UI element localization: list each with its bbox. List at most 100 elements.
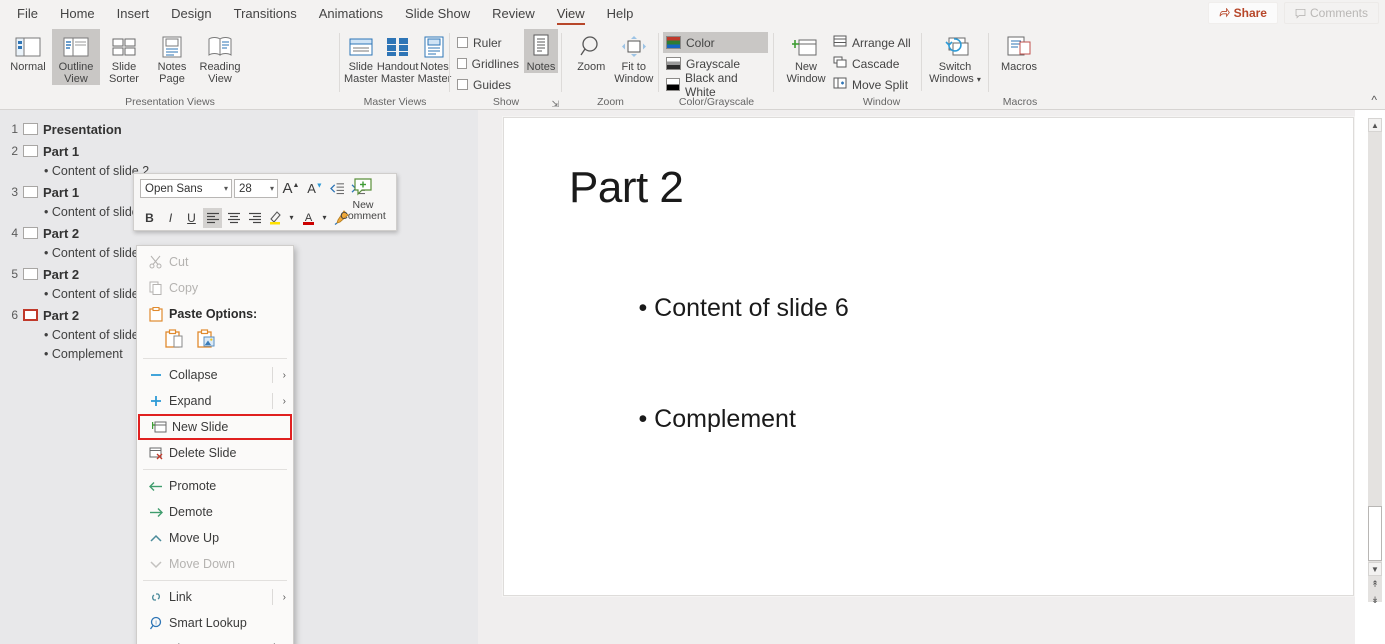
- button-outline-view[interactable]: Outline View: [52, 29, 100, 85]
- tab-insert[interactable]: Insert: [106, 0, 161, 27]
- button-normal-view[interactable]: Normal: [4, 29, 52, 73]
- show-dialog-launcher-icon[interactable]: ⇲: [551, 99, 559, 110]
- button-notes[interactable]: Notes: [524, 29, 558, 73]
- context-menu-item-show-text-formatting[interactable]: A Show Text Formatting: [137, 636, 293, 644]
- scroll-up-button[interactable]: ▲: [1368, 118, 1382, 132]
- button-reading-view-label-line2: View: [208, 73, 232, 85]
- tab-file[interactable]: File: [6, 0, 49, 27]
- font-color-dropdown[interactable]: ▾: [319, 208, 330, 228]
- context-menu-item-promote-label: Promote: [169, 479, 216, 493]
- new-comment-button[interactable]: New Comment: [334, 177, 392, 222]
- button-notes-master[interactable]: Notes Master: [418, 29, 452, 85]
- paste-picture-icon[interactable]: [197, 329, 215, 351]
- context-menu-item-copy[interactable]: Copy: [137, 275, 293, 301]
- font-size-value: 28: [239, 183, 252, 195]
- button-handout-master-label-line2: Master: [381, 73, 415, 85]
- context-menu-item-link[interactable]: Link ›: [137, 584, 293, 610]
- outline-slide-3-thumbnail-icon[interactable]: [23, 186, 38, 198]
- context-menu-item-move-down[interactable]: Move Down: [137, 551, 293, 577]
- scroll-down-button[interactable]: ▼: [1368, 562, 1382, 576]
- slide-canvas[interactable]: Part 2 • Content of slide 6 • Complement: [503, 117, 1354, 596]
- grayscale-swatch-icon: [666, 57, 681, 70]
- shrink-font-button[interactable]: A▼: [304, 179, 326, 199]
- button-slide-sorter[interactable]: Slide Sorter: [100, 29, 148, 85]
- context-menu-item-new-slide[interactable]: New Slide: [138, 414, 292, 440]
- previous-slide-button[interactable]: ↟: [1368, 577, 1382, 591]
- tab-transitions[interactable]: Transitions: [223, 0, 308, 27]
- button-switch-windows[interactable]: Switch Windows ▾: [926, 29, 984, 86]
- comment-bubble-icon: [1295, 8, 1306, 19]
- link-submenu-divider: [272, 589, 273, 605]
- color-mode-color-label: Color: [686, 36, 715, 50]
- tab-design[interactable]: Design: [160, 0, 222, 27]
- text-highlight-button[interactable]: [266, 208, 284, 228]
- slide-bullet-2[interactable]: • Complement: [569, 364, 1269, 475]
- button-move-split[interactable]: Move Split: [830, 74, 920, 95]
- paste-keep-text-icon[interactable]: [165, 329, 183, 351]
- button-reading-view[interactable]: Reading View: [196, 29, 244, 85]
- button-color-mode-color[interactable]: Color: [663, 32, 768, 53]
- underline-button[interactable]: U: [182, 208, 201, 228]
- outline-slide-4-thumbnail-icon[interactable]: [23, 227, 38, 239]
- context-menu-item-smart-lookup[interactable]: i Smart Lookup: [137, 610, 293, 636]
- context-menu-item-demote[interactable]: Demote: [137, 499, 293, 525]
- context-menu-item-delete-slide[interactable]: Delete Slide: [137, 440, 293, 466]
- tab-slide-show[interactable]: Slide Show: [394, 0, 481, 27]
- context-menu-item-expand[interactable]: Expand ›: [137, 388, 293, 414]
- font-size-select[interactable]: 28 ▾: [234, 179, 278, 198]
- tab-home[interactable]: Home: [49, 0, 106, 27]
- ribbon-group-label-master-views: Master Views: [340, 96, 450, 110]
- tab-review[interactable]: Review: [481, 0, 546, 27]
- button-notes-page[interactable]: Notes Page: [148, 29, 196, 85]
- button-macros[interactable]: Macros: [995, 29, 1043, 73]
- outline-slide-5-thumbnail-icon[interactable]: [23, 268, 38, 280]
- button-fit-to-window[interactable]: Fit to Window: [613, 29, 656, 85]
- button-handout-master[interactable]: Handout Master: [378, 29, 418, 85]
- button-color-mode-black-and-white[interactable]: Black and White: [663, 74, 768, 95]
- font-name-chevron-down-icon: ▾: [218, 184, 228, 193]
- outline-slide-1-head[interactable]: 1 Presentation: [4, 118, 478, 140]
- comments-button[interactable]: Comments: [1284, 2, 1379, 24]
- align-left-button[interactable]: [203, 208, 222, 228]
- tab-help[interactable]: Help: [596, 0, 645, 27]
- color-mode-list: Color Grayscale Black and White: [663, 29, 768, 95]
- button-slide-master[interactable]: Slide Master: [344, 29, 378, 85]
- slide-title[interactable]: Part 2: [569, 163, 683, 213]
- slide-body-placeholder[interactable]: • Content of slide 6 • Complement: [569, 253, 1269, 475]
- checkbox-ruler[interactable]: Ruler: [454, 32, 522, 53]
- outline-slide-2-thumbnail-icon[interactable]: [23, 145, 38, 157]
- text-highlight-dropdown[interactable]: ▾: [286, 208, 297, 228]
- context-menu-item-collapse[interactable]: Collapse ›: [137, 362, 293, 388]
- share-button[interactable]: Share: [1208, 2, 1278, 24]
- checkbox-gridlines[interactable]: Gridlines: [454, 53, 522, 74]
- next-slide-button[interactable]: ↡: [1368, 593, 1382, 607]
- button-move-split-label: Move Split: [852, 78, 908, 92]
- button-arrange-all[interactable]: Arrange All: [830, 32, 920, 53]
- bold-button[interactable]: B: [140, 208, 159, 228]
- button-slide-sorter-label-line1: Slide: [112, 61, 136, 73]
- outline-slide-1[interactable]: 1 Presentation: [0, 118, 478, 140]
- outline-slide-2-head[interactable]: 2 Part 1: [4, 140, 478, 162]
- tab-view[interactable]: View: [546, 0, 596, 27]
- font-color-button[interactable]: A: [299, 208, 317, 228]
- font-name-select[interactable]: Open Sans ▾: [140, 179, 232, 198]
- align-right-button[interactable]: [245, 208, 264, 228]
- grow-font-button[interactable]: A▲: [280, 179, 302, 199]
- button-new-window[interactable]: New Window: [782, 29, 830, 85]
- button-zoom[interactable]: Zoom: [570, 29, 613, 73]
- context-menu-item-promote[interactable]: Promote: [137, 473, 293, 499]
- outline-slide-1-thumbnail-icon[interactable]: [23, 123, 38, 135]
- slide-vertical-scrollbar[interactable]: ▲ ▼ ↟ ↡: [1355, 110, 1385, 604]
- align-center-button[interactable]: [224, 208, 243, 228]
- tab-animations[interactable]: Animations: [308, 0, 394, 27]
- context-menu-item-cut[interactable]: Cut: [137, 249, 293, 275]
- outline-slide-6-thumbnail-icon[interactable]: [23, 309, 38, 321]
- button-cascade[interactable]: Cascade: [830, 53, 920, 74]
- font-size-chevron-down-icon: ▾: [264, 184, 274, 193]
- checkbox-guides[interactable]: Guides: [454, 74, 522, 95]
- collapse-ribbon-button[interactable]: ^: [1371, 93, 1377, 107]
- context-menu-item-move-up[interactable]: Move Up: [137, 525, 293, 551]
- slide-bullet-1[interactable]: • Content of slide 6: [569, 253, 1269, 364]
- scrollbar-thumb[interactable]: [1368, 506, 1382, 561]
- italic-button[interactable]: I: [161, 208, 180, 228]
